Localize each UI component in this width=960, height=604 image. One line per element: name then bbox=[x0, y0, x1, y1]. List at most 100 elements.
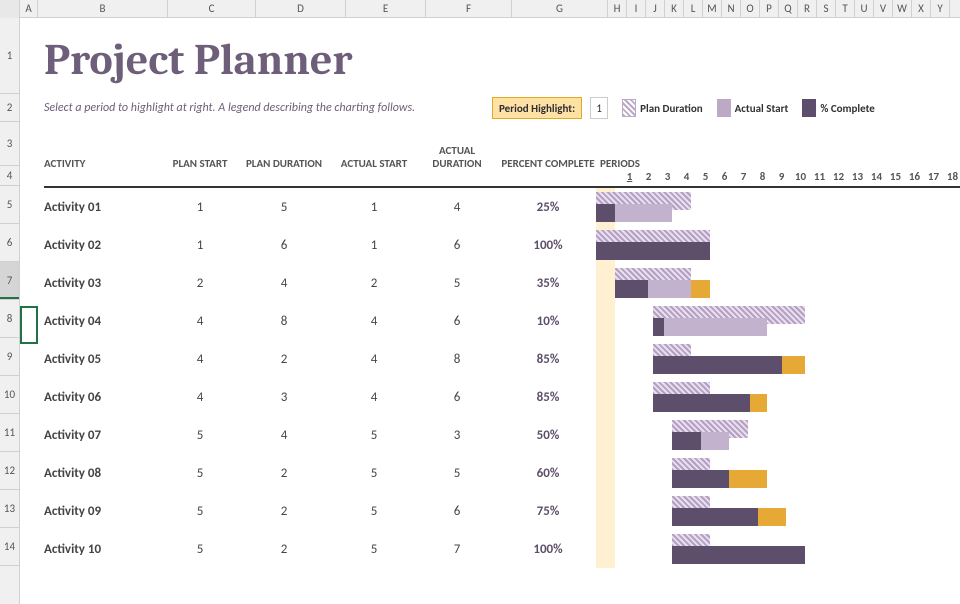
cell-act[interactable]: Activity 05 bbox=[44, 352, 156, 367]
cell-act[interactable]: Activity 04 bbox=[44, 314, 156, 329]
column-header-row[interactable]: ABCDEFGHIJKLMNOPQRSTUVWXY bbox=[0, 0, 960, 18]
cell-ps[interactable]: 4 bbox=[156, 314, 244, 329]
cell-act[interactable]: Activity 06 bbox=[44, 390, 156, 405]
table-row[interactable]: Activity 08525560% bbox=[20, 454, 960, 492]
cell-as[interactable]: 1 bbox=[334, 238, 414, 253]
col-header-B[interactable]: B bbox=[38, 0, 168, 17]
cell-pd[interactable]: 5 bbox=[244, 200, 334, 215]
cell-ps[interactable]: 1 bbox=[156, 238, 244, 253]
cell-ad[interactable]: 5 bbox=[414, 466, 500, 481]
cell-pd[interactable]: 4 bbox=[244, 428, 334, 443]
row-header-8[interactable]: 8 bbox=[0, 300, 19, 338]
table-row[interactable]: Activity 03242535% bbox=[20, 264, 960, 302]
col-header-W[interactable]: W bbox=[893, 0, 912, 17]
cell-pct[interactable]: 85% bbox=[500, 352, 596, 367]
table-row[interactable]: Activity 05424885% bbox=[20, 340, 960, 378]
cell-act[interactable]: Activity 07 bbox=[44, 428, 156, 443]
cell-ad[interactable]: 4 bbox=[414, 200, 500, 215]
cell-ps[interactable]: 4 bbox=[156, 390, 244, 405]
col-header-R[interactable]: R bbox=[798, 0, 817, 17]
cell-ad[interactable]: 6 bbox=[414, 504, 500, 519]
select-all-corner[interactable] bbox=[0, 0, 20, 18]
cell-ps[interactable]: 2 bbox=[156, 276, 244, 291]
cell-ps[interactable]: 5 bbox=[156, 542, 244, 557]
col-header-P[interactable]: P bbox=[760, 0, 779, 17]
cell-ps[interactable]: 5 bbox=[156, 428, 244, 443]
cell-ad[interactable]: 3 bbox=[414, 428, 500, 443]
cell-pct[interactable]: 10% bbox=[500, 314, 596, 329]
cell-ps[interactable]: 4 bbox=[156, 352, 244, 367]
cell-ps[interactable]: 5 bbox=[156, 504, 244, 519]
cell-pct[interactable]: 100% bbox=[500, 542, 596, 557]
col-header-M[interactable]: M bbox=[703, 0, 722, 17]
row-header-col[interactable]: 1234567891011121314 bbox=[0, 18, 20, 604]
cell-ad[interactable]: 7 bbox=[414, 542, 500, 557]
cell-act[interactable]: Activity 10 bbox=[44, 542, 156, 557]
cell-act[interactable]: Activity 03 bbox=[44, 276, 156, 291]
cell-pct[interactable]: 60% bbox=[500, 466, 596, 481]
cell-act[interactable]: Activity 02 bbox=[44, 238, 156, 253]
col-header-K[interactable]: K bbox=[665, 0, 684, 17]
col-header-S[interactable]: S bbox=[817, 0, 836, 17]
cell-as[interactable]: 5 bbox=[334, 542, 414, 557]
cell-pct[interactable]: 50% bbox=[500, 428, 596, 443]
row-header-11[interactable]: 11 bbox=[0, 414, 19, 452]
cell-ad[interactable]: 6 bbox=[414, 390, 500, 405]
cell-pct[interactable]: 25% bbox=[500, 200, 596, 215]
cell-pd[interactable]: 6 bbox=[244, 238, 334, 253]
row-header-2[interactable]: 2 bbox=[0, 94, 19, 122]
cell-act[interactable]: Activity 08 bbox=[44, 466, 156, 481]
col-header-I[interactable]: I bbox=[627, 0, 646, 17]
table-row[interactable]: Activity 01151425% bbox=[20, 188, 960, 226]
col-header-D[interactable]: D bbox=[256, 0, 346, 17]
cell-as[interactable]: 5 bbox=[334, 428, 414, 443]
col-header-L[interactable]: L bbox=[684, 0, 703, 17]
table-row[interactable]: Activity 07545350% bbox=[20, 416, 960, 454]
cell-ps[interactable]: 1 bbox=[156, 200, 244, 215]
cell-pct[interactable]: 75% bbox=[500, 504, 596, 519]
row-header-14[interactable]: 14 bbox=[0, 528, 19, 566]
cell-as[interactable]: 4 bbox=[334, 390, 414, 405]
col-header-O[interactable]: O bbox=[741, 0, 760, 17]
cell-pct[interactable]: 85% bbox=[500, 390, 596, 405]
row-header-5[interactable]: 5 bbox=[0, 186, 19, 224]
cell-as[interactable]: 4 bbox=[334, 314, 414, 329]
row-header-9[interactable]: 9 bbox=[0, 338, 19, 376]
cell-pd[interactable]: 2 bbox=[244, 542, 334, 557]
cell-ad[interactable]: 8 bbox=[414, 352, 500, 367]
table-row[interactable]: Activity 105257100% bbox=[20, 530, 960, 568]
col-header-Y[interactable]: Y bbox=[931, 0, 950, 17]
cell-as[interactable]: 5 bbox=[334, 504, 414, 519]
table-row[interactable]: Activity 06434685% bbox=[20, 378, 960, 416]
row-header-1[interactable]: 1 bbox=[0, 18, 19, 94]
cell-ps[interactable]: 5 bbox=[156, 466, 244, 481]
row-header-10[interactable]: 10 bbox=[0, 376, 19, 414]
col-header-H[interactable]: H bbox=[608, 0, 627, 17]
col-header-J[interactable]: J bbox=[646, 0, 665, 17]
table-row[interactable]: Activity 021616100% bbox=[20, 226, 960, 264]
cell-as[interactable]: 4 bbox=[334, 352, 414, 367]
table-row[interactable]: Activity 09525675% bbox=[20, 492, 960, 530]
col-header-T[interactable]: T bbox=[836, 0, 855, 17]
cell-pd[interactable]: 2 bbox=[244, 466, 334, 481]
col-header-E[interactable]: E bbox=[346, 0, 426, 17]
cell-ad[interactable]: 6 bbox=[414, 314, 500, 329]
cell-pd[interactable]: 2 bbox=[244, 504, 334, 519]
col-header-X[interactable]: X bbox=[912, 0, 931, 17]
col-header-U[interactable]: U bbox=[855, 0, 874, 17]
cell-ad[interactable]: 5 bbox=[414, 276, 500, 291]
data-grid[interactable]: Activity 01151425%Activity 021616100%Act… bbox=[20, 188, 960, 568]
cell-pd[interactable]: 4 bbox=[244, 276, 334, 291]
row-header-3[interactable]: 3 bbox=[0, 122, 19, 166]
col-header-C[interactable]: C bbox=[168, 0, 256, 17]
col-header-N[interactable]: N bbox=[722, 0, 741, 17]
row-header-4[interactable]: 4 bbox=[0, 166, 19, 186]
table-row[interactable]: Activity 04484610% bbox=[20, 302, 960, 340]
col-header-A[interactable]: A bbox=[20, 0, 38, 17]
cell-act[interactable]: Activity 01 bbox=[44, 200, 156, 215]
cell-as[interactable]: 5 bbox=[334, 466, 414, 481]
row-header-12[interactable]: 12 bbox=[0, 452, 19, 490]
cell-pct[interactable]: 35% bbox=[500, 276, 596, 291]
col-header-F[interactable]: F bbox=[426, 0, 512, 17]
cell-pd[interactable]: 8 bbox=[244, 314, 334, 329]
